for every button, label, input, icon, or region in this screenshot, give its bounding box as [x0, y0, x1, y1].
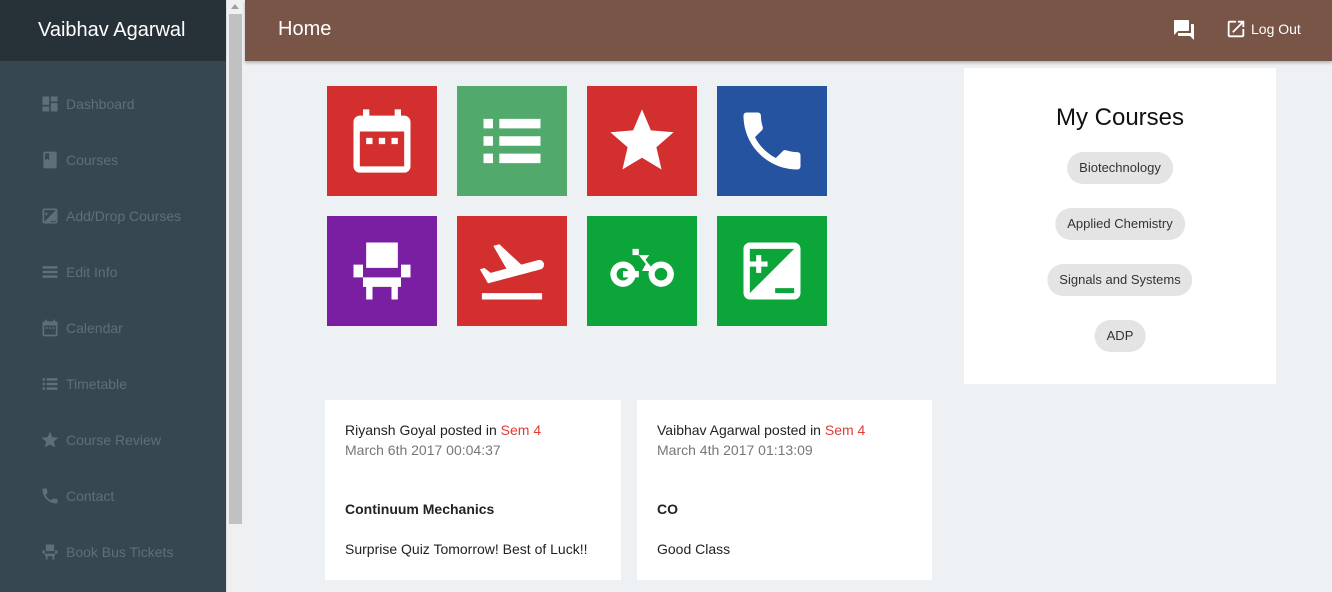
- sidebar-item-label: Book Bus Tickets: [66, 544, 174, 560]
- sidebar-item-dashboard[interactable]: Dashboard: [40, 92, 135, 116]
- post-posted-in: posted in: [439, 422, 497, 438]
- tile-flight[interactable]: [457, 216, 567, 326]
- logout-label: Log Out: [1251, 21, 1301, 37]
- flight-takeoff-icon: [479, 244, 545, 300]
- sidebar-item-edit-info[interactable]: Edit Info: [40, 260, 117, 284]
- seat-icon: [353, 242, 411, 300]
- book-icon: [43, 151, 57, 169]
- chat-icon: [1174, 20, 1194, 40]
- post-body: Surprise Quiz Tomorrow! Best of Luck!!: [345, 541, 588, 557]
- post-title: Continuum Mechanics: [345, 501, 495, 517]
- tile-calendar[interactable]: [327, 86, 437, 196]
- post-card: Vaibhav Agarwal posted in Sem 4 March 4t…: [637, 400, 932, 580]
- dashboard-icon: [42, 96, 58, 112]
- post-title: CO: [657, 501, 678, 517]
- add-drop-icon: [42, 208, 58, 224]
- seat-icon: [42, 544, 58, 560]
- sidebar-item-course-review[interactable]: Course Review: [40, 428, 161, 452]
- post-group-link[interactable]: Sem 4: [825, 422, 865, 438]
- sidebar-item-label: Edit Info: [66, 264, 118, 280]
- post-card: Riyansh Goyal posted in Sem 4 March 6th …: [325, 400, 621, 580]
- post-date: March 6th 2017 00:04:37: [345, 442, 501, 458]
- post-author: Vaibhav Agarwal: [657, 422, 761, 438]
- chat-button[interactable]: [1172, 18, 1196, 42]
- sidebar-item-label: Contact: [66, 488, 115, 504]
- tile-phone[interactable]: [717, 86, 827, 196]
- sidebar-item-label: Add/Drop Courses: [66, 208, 182, 224]
- logout-button[interactable]: Log Out: [1225, 18, 1301, 40]
- open-external-icon: [1227, 20, 1245, 38]
- course-chip[interactable]: Biotechnology: [1067, 152, 1173, 184]
- post-author: Riyansh Goyal: [345, 422, 437, 438]
- sidebar-item-add-drop-courses[interactable]: Add/Drop Courses: [40, 204, 181, 228]
- course-chip[interactable]: Applied Chemistry: [1055, 208, 1185, 240]
- user-name: Vaibhav Agarwal: [38, 19, 186, 41]
- sidebar-item-label: Dashboard: [66, 96, 135, 112]
- list-icon: [483, 118, 541, 164]
- tile-list[interactable]: [457, 86, 567, 196]
- sidebar-header: Vaibhav Agarwal: [0, 0, 226, 61]
- sidebar-item-label: Courses: [66, 152, 119, 168]
- my-courses-panel: My Courses Biotechnology Applied Chemist…: [964, 68, 1276, 384]
- sidebar-item-timetable[interactable]: Timetable: [40, 372, 127, 396]
- phone-icon: [743, 112, 801, 170]
- tile-plus-minus[interactable]: [717, 216, 827, 326]
- sidebar-item-book-bus-tickets[interactable]: Book Bus Tickets: [40, 540, 173, 564]
- my-courses-title: My Courses: [1055, 104, 1185, 131]
- list-icon: [42, 266, 58, 278]
- sidebar-item-courses[interactable]: Courses: [40, 148, 118, 172]
- timetable-icon: [42, 378, 58, 390]
- course-chip[interactable]: ADP: [1094, 320, 1146, 352]
- post-meta: Riyansh Goyal posted in Sem 4: [345, 420, 601, 440]
- post-posted-in: posted in: [764, 422, 821, 438]
- top-app-bar: Home Log Out: [245, 0, 1332, 61]
- sidebar: Vaibhav Agarwal Dashboard Courses Add/Dr…: [0, 0, 226, 592]
- plus-minus-icon: [743, 242, 801, 300]
- sidebar-scrollbar[interactable]: [226, 0, 244, 592]
- post-body: Good Class: [657, 541, 731, 557]
- bike-icon: [610, 248, 674, 287]
- sidebar-item-label: Timetable: [66, 376, 127, 392]
- scrollbar-thumb[interactable]: [229, 14, 242, 524]
- post-meta: Vaibhav Agarwal posted in Sem 4: [657, 420, 912, 440]
- sidebar-item-label: Course Review: [66, 432, 161, 448]
- phone-icon: [42, 488, 58, 504]
- sidebar-item-calendar[interactable]: Calendar: [40, 316, 123, 340]
- scroll-up-arrow-icon[interactable]: [231, 4, 239, 9]
- sidebar-item-label: Calendar: [66, 320, 123, 336]
- tile-bike[interactable]: [587, 216, 697, 326]
- page-title: Home: [278, 18, 332, 40]
- star-icon: [610, 109, 674, 170]
- course-chip[interactable]: Signals and Systems: [1047, 264, 1193, 296]
- sidebar-item-contact[interactable]: Contact: [40, 484, 114, 508]
- calendar-icon: [353, 109, 411, 173]
- calendar-icon: [42, 319, 58, 337]
- post-group-link[interactable]: Sem 4: [501, 422, 541, 438]
- post-date: March 4th 2017 01:13:09: [657, 442, 813, 458]
- tile-star[interactable]: [587, 86, 697, 196]
- star-icon: [41, 431, 59, 448]
- tile-seat[interactable]: [327, 216, 437, 326]
